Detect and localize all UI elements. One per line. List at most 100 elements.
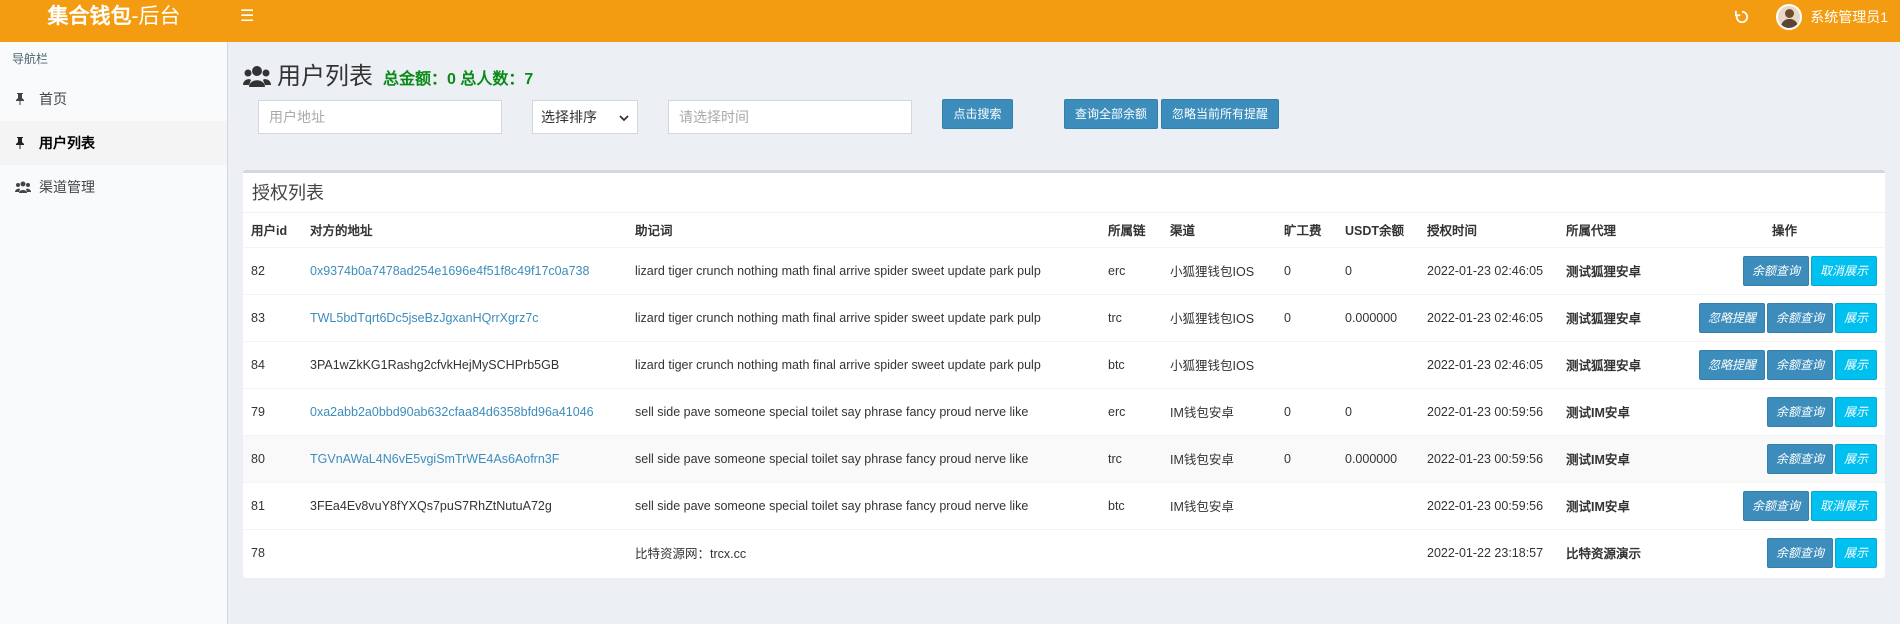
cell-mnemonic: sell side pave someone special toilet sa… <box>627 481 1100 529</box>
cell-agent: 测试IM安卓 <box>1558 481 1676 529</box>
cell-address: 3PA1wZkKG1Rashg2cfvkHejMySCHPrb5GB <box>302 340 627 388</box>
page-title: 用户列表 <box>277 63 373 90</box>
row-action-button[interactable]: 余额查询 <box>1742 490 1809 521</box>
cell-time: 2022-01-23 00:59:56 <box>1419 434 1558 482</box>
cell-fee: 0 <box>1276 434 1337 482</box>
row-action-button[interactable]: 取消展示 <box>1810 490 1877 521</box>
query-all-balance-button[interactable]: 查询全部余额 <box>1064 99 1158 129</box>
row-action-button[interactable]: 展示 <box>1834 302 1877 333</box>
cell-address: TGVnAWaL4N6vE5vgiSmTrWE4As6Aofrn3F <box>302 434 627 482</box>
auth-list-panel: 授权列表 用户id 对方的地址 助记词 所属链 渠道 旷工费 USDT余额 授权… <box>243 170 1885 578</box>
col-header: 授权时间 <box>1427 224 1478 239</box>
row-action-button[interactable]: 展示 <box>1834 349 1877 380</box>
sort-select[interactable]: 选择排序 <box>532 100 638 134</box>
cell-usdt <box>1337 340 1419 388</box>
cell-time: 2022-01-23 02:46:05 <box>1419 246 1558 294</box>
main-content: 用户列表 总金额：0 总人数：7 选择排序 点击搜索 查询全部余额 忽略当前所有… <box>229 42 1900 624</box>
cell-time: 2022-01-23 00:59:56 <box>1419 481 1558 529</box>
cell-address: TWL5bdTqrt6Dc5jseBzJgxanHQrrXgrz7c <box>302 293 627 341</box>
time-input[interactable] <box>668 100 912 134</box>
ignore-all-reminders-button[interactable]: 忽略当前所有提醒 <box>1161 99 1279 129</box>
cell-actions: 余额查询 展示 <box>1676 434 1885 482</box>
address-link[interactable]: TGVnAWaL4N6vE5vgiSmTrWE4As6Aofrn3F <box>310 452 559 466</box>
row-action-button[interactable]: 忽略提醒 <box>1698 349 1765 380</box>
sidebar-item-channels[interactable]: 渠道管理 <box>0 165 227 209</box>
page-header: 用户列表 总金额：0 总人数：7 <box>243 56 533 91</box>
row-action-button[interactable]: 取消展示 <box>1810 255 1877 286</box>
cell-mnemonic: lizard tiger crunch nothing math final a… <box>627 293 1100 341</box>
summary-stats: 总金额：0 总人数：7 <box>383 71 534 88</box>
cell-agent: 测试IM安卓 <box>1558 434 1676 482</box>
address-input[interactable] <box>258 100 502 134</box>
sidebar-item-label: 首页 <box>39 91 67 107</box>
cell-agent: 测试狐狸安卓 <box>1558 340 1676 388</box>
row-action-button[interactable]: 余额查询 <box>1742 255 1809 286</box>
row-action-button[interactable]: 展示 <box>1834 443 1877 474</box>
col-header: 渠道 <box>1170 224 1196 239</box>
cell-usdt: 0.000000 <box>1337 293 1419 341</box>
table-row: 79 0xa2abb2a0bbd90ab632cfaa84d6358bfd96a4… <box>243 387 1885 435</box>
cell-fee: 0 <box>1276 246 1337 294</box>
cell-user-id: 81 <box>243 481 302 529</box>
address-link[interactable]: 0xa2abb2a0bbd90ab632cfaa84d6358bfd96a410… <box>310 405 594 419</box>
cell-fee <box>1276 528 1337 576</box>
col-header: 用户id <box>251 224 288 239</box>
cell-agent: 比特资源演示 <box>1558 528 1676 576</box>
row-action-button[interactable]: 余额查询 <box>1766 537 1833 568</box>
address-link[interactable]: TWL5bdTqrt6Dc5jseBzJgxanHQrrXgrz7c <box>310 311 539 325</box>
cell-actions: 余额查询 取消展示 <box>1676 481 1885 529</box>
sidebar-item-home[interactable]: 首页 <box>0 77 227 121</box>
cell-actions: 余额查询 取消展示 <box>1676 246 1885 294</box>
cell-user-id: 80 <box>243 434 302 482</box>
cell-user-id: 82 <box>243 246 302 294</box>
row-action-button[interactable]: 展示 <box>1834 537 1877 568</box>
cell-usdt: 0.000000 <box>1337 434 1419 482</box>
table-row: 84 3PA1wZkKG1Rashg2cfvkHejMySCHPrb5GB liza… <box>243 340 1885 388</box>
cell-fee <box>1276 340 1337 388</box>
pin-icon <box>15 137 33 149</box>
cell-time: 2022-01-23 02:46:05 <box>1419 293 1558 341</box>
table-row: 81 3FEa4Ev8vuY8fYXQs7puS7RhZtNutuA72g sell… <box>243 481 1885 529</box>
users-icon <box>15 181 33 193</box>
cell-user-id: 84 <box>243 340 302 388</box>
cell-agent: 测试IM安卓 <box>1558 387 1676 435</box>
col-header: USDT余额 <box>1345 224 1405 239</box>
cell-mnemonic: 比特资源网：trcx.cc <box>627 528 1100 576</box>
col-header: 助记词 <box>635 224 673 239</box>
address-link[interactable]: 0x9374b0a7478ad254e1696e4f51f8c49f17c0a7… <box>310 264 589 278</box>
hamburger-icon[interactable]: ☰ <box>240 8 258 26</box>
search-button[interactable]: 点击搜索 <box>942 99 1013 129</box>
cell-chain: erc <box>1100 387 1162 435</box>
pin-icon <box>15 93 33 105</box>
sidebar-item-users[interactable]: 用户列表 <box>0 121 227 165</box>
table-row: 82 0x9374b0a7478ad254e1696e4f51f8c49f17c0… <box>243 246 1885 294</box>
row-action-button[interactable]: 余额查询 <box>1766 443 1833 474</box>
row-action-button[interactable]: 忽略提醒 <box>1698 302 1765 333</box>
cell-mnemonic: lizard tiger crunch nothing math final a… <box>627 246 1100 294</box>
cell-mnemonic: lizard tiger crunch nothing math final a… <box>627 340 1100 388</box>
app-logo[interactable]: 集合钱包-后台 <box>0 0 228 42</box>
row-action-button[interactable]: 余额查询 <box>1766 302 1833 333</box>
top-header: 集合钱包-后台 ☰ 系统管理员1 <box>0 0 1900 42</box>
user-name[interactable]: 系统管理员1 <box>1810 7 1888 27</box>
cell-usdt: 0 <box>1337 387 1419 435</box>
sidebar-item-label: 渠道管理 <box>39 179 95 195</box>
cell-mnemonic: sell side pave someone special toilet sa… <box>627 434 1100 482</box>
cell-chain: trc <box>1100 434 1162 482</box>
col-header: 所属链 <box>1108 224 1146 239</box>
cell-fee: 0 <box>1276 293 1337 341</box>
row-action-button[interactable]: 余额查询 <box>1766 349 1833 380</box>
row-action-button[interactable]: 展示 <box>1834 396 1877 427</box>
table-row: 83 TWL5bdTqrt6Dc5jseBzJgxanHQrrXgrz7c liza… <box>243 293 1885 341</box>
sidebar-item-label: 用户列表 <box>39 135 95 151</box>
refresh-icon[interactable] <box>1734 9 1750 25</box>
users-icon <box>243 65 271 87</box>
cell-channel: 小狐狸钱包IOS <box>1162 246 1276 294</box>
table-row: 78 比特资源网：trcx.cc 2022-01-22 23:18:57 比特资源演示… <box>243 528 1885 576</box>
avatar[interactable] <box>1776 4 1803 30</box>
row-action-button[interactable]: 余额查询 <box>1766 396 1833 427</box>
sidebar-heading: 导航栏 <box>12 52 49 66</box>
cell-channel: 小狐狸钱包IOS <box>1162 340 1276 388</box>
cell-fee <box>1276 481 1337 529</box>
cell-actions: 忽略提醒 余额查询 展示 <box>1676 293 1885 341</box>
